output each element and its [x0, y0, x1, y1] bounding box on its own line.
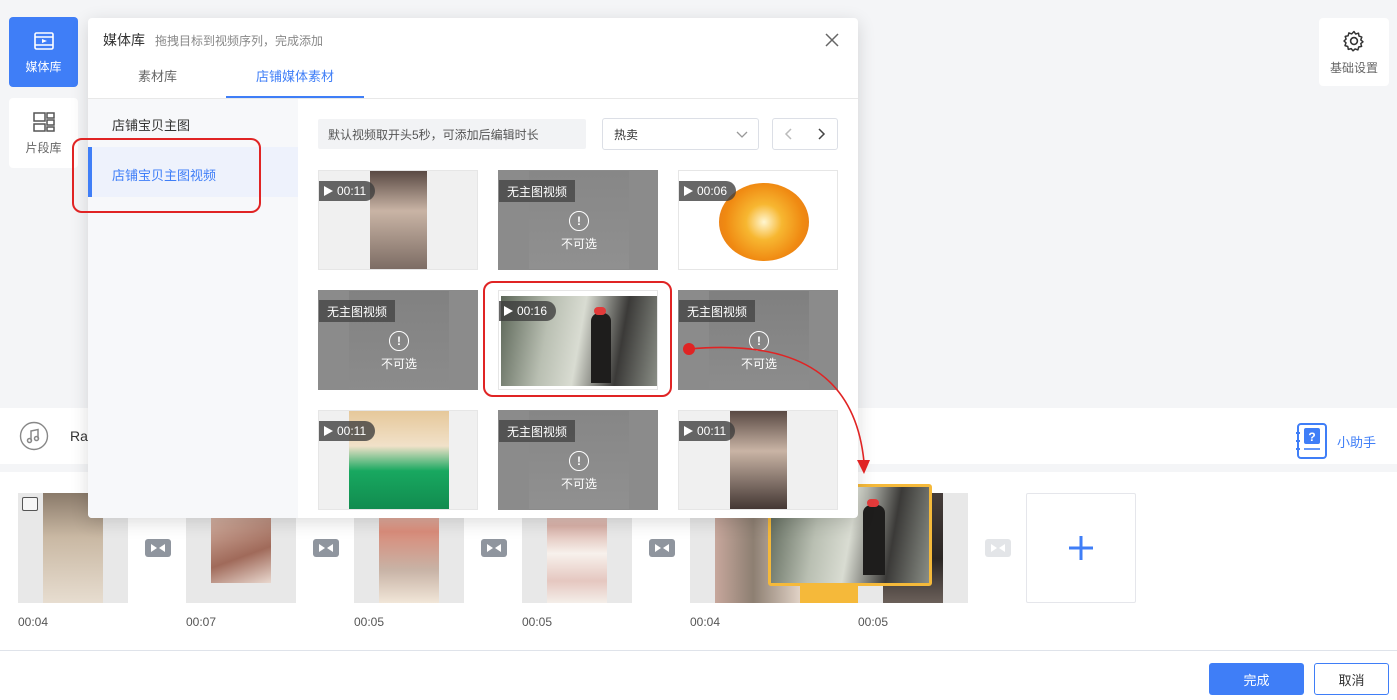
svg-text:?: ? [1308, 430, 1315, 444]
media-tile[interactable]: 00:11 [318, 410, 478, 510]
transition-button[interactable] [985, 539, 1011, 557]
drop-indicator [800, 586, 858, 603]
chevron-left-icon [784, 128, 792, 140]
no-main-video-badge: 无主图视频 [499, 420, 576, 442]
duration-badge: 00:06 [679, 181, 737, 201]
highlight-tile-box [483, 281, 672, 397]
category-item-main-images[interactable]: 店铺宝贝主图 [112, 115, 190, 134]
transition-button[interactable] [313, 539, 339, 557]
footer-bar: 完成 取消 [0, 650, 1397, 700]
media-tile-disabled: 无主图视频 ! 不可选 [498, 170, 658, 270]
basic-settings-button[interactable]: 基础设置 [1319, 18, 1389, 86]
transition-icon [655, 544, 669, 552]
unselectable-text: 不可选 [560, 237, 597, 251]
transition-button[interactable] [481, 539, 507, 557]
media-tile-disabled: 无主图视频 ! 不可选 [318, 290, 478, 390]
duration-badge: 00:11 [319, 421, 376, 441]
no-main-video-badge: 无主图视频 [679, 300, 756, 322]
no-main-video-badge: 无主图视频 [499, 180, 576, 202]
tab-material-library[interactable]: 素材库 [138, 66, 177, 85]
help-book-icon: ? [1296, 423, 1327, 459]
dialog-subtitle: 拖拽目标到视频序列，完成添加 [155, 34, 324, 48]
chevron-down-icon [736, 131, 748, 138]
clip-duration: 00:05 [522, 615, 553, 629]
media-tile[interactable]: 00:11 [318, 170, 478, 270]
clip-duration: 00:04 [18, 615, 49, 629]
play-icon [324, 186, 333, 196]
duration-badge: 00:11 [319, 181, 376, 201]
transition-icon [151, 544, 165, 552]
music-note-icon[interactable] [19, 421, 49, 451]
duration-text: 00:11 [337, 184, 367, 198]
duration-text: 00:11 [337, 424, 367, 438]
plus-icon [1069, 536, 1093, 560]
clip-library-label: 片段库 [25, 140, 62, 155]
unselectable-status: ! 不可选 [499, 451, 657, 492]
add-clip-button[interactable] [1026, 493, 1136, 603]
media-tile-disabled: 无主图视频 ! 不可选 [498, 410, 658, 510]
warning-icon: ! [389, 331, 409, 351]
unselectable-text: 不可选 [560, 477, 597, 491]
clip-duration: 00:07 [186, 615, 217, 629]
film-icon [33, 31, 54, 50]
media-library-label: 媒体库 [25, 59, 62, 74]
sort-select[interactable]: 热卖 [602, 118, 759, 150]
chevron-right-icon [818, 128, 826, 140]
warning-icon: ! [569, 451, 589, 471]
unselectable-text: 不可选 [380, 357, 417, 371]
highlight-category-box [72, 138, 261, 213]
transition-button[interactable] [649, 539, 675, 557]
duration-hint-text: 默认视频取开头5秒，可添加后编辑时长 [328, 127, 539, 142]
duration-text: 00:06 [697, 184, 728, 198]
clip-duration: 00:05 [858, 615, 889, 629]
tab-store-media[interactable]: 店铺媒体素材 [256, 66, 334, 85]
transition-icon [991, 544, 1005, 552]
assistant-label: 小助手 [1337, 434, 1377, 450]
media-library-button[interactable]: 媒体库 [9, 17, 78, 87]
drag-arrow-annotation [683, 343, 870, 474]
gear-icon [1343, 30, 1364, 52]
duration-hint: 默认视频取开头5秒，可添加后编辑时长 [318, 119, 586, 149]
play-icon [684, 186, 693, 196]
layout-icon [32, 111, 55, 132]
no-main-video-badge: 无主图视频 [319, 300, 396, 322]
unselectable-status: ! 不可选 [319, 331, 477, 372]
clip-library-button[interactable]: 片段库 [9, 98, 78, 168]
media-tile[interactable]: 00:06 [678, 170, 838, 270]
transition-icon [487, 544, 501, 552]
clip-duration: 00:05 [354, 615, 385, 629]
basic-settings-label: 基础设置 [1329, 60, 1378, 75]
sort-select-value: 热卖 [614, 127, 639, 142]
next-page-button[interactable] [805, 119, 837, 149]
transition-icon [319, 544, 333, 552]
cancel-button[interactable]: 取消 [1314, 663, 1389, 695]
pager [772, 118, 838, 150]
clip-duration: 00:04 [690, 615, 721, 629]
warning-icon: ! [569, 211, 589, 231]
unselectable-status: ! 不可选 [499, 211, 657, 252]
transition-button[interactable] [145, 539, 171, 557]
assistant-button[interactable]: ? 小助手 [1295, 421, 1376, 461]
image-icon [22, 497, 38, 511]
prev-page-button[interactable] [773, 119, 805, 149]
play-icon [324, 426, 333, 436]
close-icon[interactable] [824, 32, 840, 48]
done-button[interactable]: 完成 [1209, 663, 1304, 695]
dialog-title: 媒体库 [103, 32, 145, 48]
